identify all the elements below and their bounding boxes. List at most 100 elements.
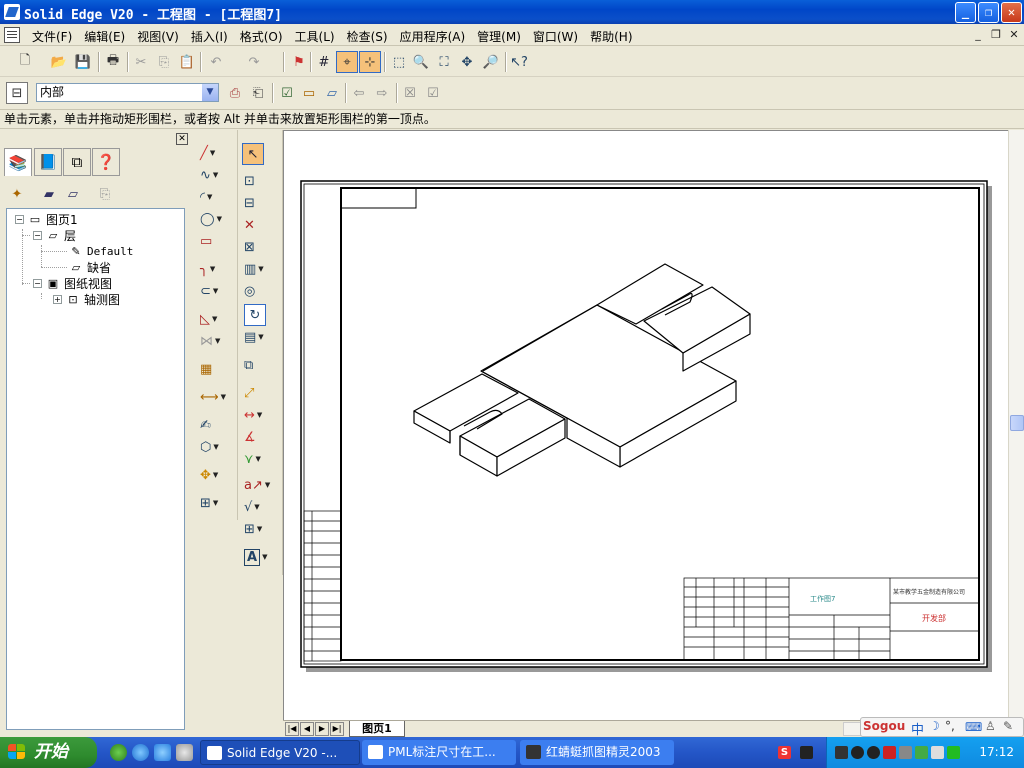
rectangle-tool-icon[interactable]: ▭ (200, 230, 232, 252)
view-wizard-icon[interactable]: ⬡ ▼ (200, 436, 232, 458)
layer-properties-icon[interactable]: ⊟ (6, 82, 28, 104)
distance-between-icon[interactable]: ↔ ▼ (244, 404, 276, 426)
sogou-s-icon[interactable]: S (778, 746, 791, 759)
last-sheet-icon[interactable]: ▶| (330, 722, 344, 736)
fit-icon[interactable]: ⛶ (433, 51, 455, 73)
menu-inspect[interactable]: 检查(S) (341, 27, 394, 46)
menu-view[interactable]: 视图(V) (131, 27, 185, 46)
offset-tool-icon[interactable]: ⊂ ▼ (200, 280, 232, 302)
snap-point-icon[interactable]: ⌖ (336, 51, 358, 73)
hide-layer-icon[interactable]: ▭ (298, 82, 320, 104)
ime-mode[interactable]: 中 (911, 719, 924, 738)
chart-icon[interactable] (800, 746, 813, 759)
select-tool-icon[interactable]: ↖ (242, 143, 264, 165)
tree-item-drawing-views[interactable]: − ▣ 图纸视图 (33, 275, 112, 291)
cut-icon[interactable]: ✂ (130, 51, 152, 73)
expand-icon[interactable]: + (53, 294, 62, 304)
drawing-view-layout-icon[interactable]: ⧉ (244, 354, 276, 376)
move-back-icon[interactable]: ⇦ (348, 82, 370, 104)
cancel-icon[interactable]: ☒ (399, 82, 421, 104)
snap-intersect-icon[interactable]: ⊹ (359, 51, 381, 73)
help-pointer-icon[interactable]: ↖? (508, 51, 530, 73)
start-button[interactable]: 开始 (0, 737, 97, 768)
menu-window[interactable]: 窗口(W) (527, 27, 584, 46)
flag-icon[interactable]: ⚑ (288, 51, 310, 73)
chevron-down-icon[interactable]: ▼ (202, 84, 218, 101)
maximize-button[interactable]: ❐ (978, 2, 999, 23)
prev-sheet-icon[interactable]: ◀ (300, 722, 314, 736)
print-icon[interactable]: 🖶 (102, 51, 124, 73)
taskbar-item-capture[interactable]: 红蜻蜓抓图精灵2003 (520, 740, 674, 765)
zoom-icon[interactable]: 🔍 (410, 51, 432, 73)
next-sheet-icon[interactable]: ▶ (315, 722, 329, 736)
camera-tray-icon[interactable] (835, 746, 848, 759)
taskbar-item-pml[interactable]: PML标注尺寸在工... (362, 740, 516, 765)
line-tool-icon[interactable]: ╱ ▼ (200, 142, 232, 164)
internet-explorer-icon[interactable] (132, 744, 149, 761)
minimize-button[interactable]: _ (955, 2, 976, 23)
menu-format[interactable]: 格式(O) (234, 27, 289, 46)
mirror-tool-icon[interactable]: ⋈ ▼ (200, 330, 232, 352)
move-forward-icon[interactable]: ⇨ (371, 82, 393, 104)
tab-views-icon[interactable]: ⧉ (63, 148, 91, 176)
text-tool-icon[interactable]: A ▼ (244, 546, 276, 568)
surface-texture-icon[interactable]: √ ▼ (244, 496, 276, 518)
menu-insert[interactable]: 插入(I) (185, 27, 234, 46)
media-player-icon[interactable] (110, 744, 127, 761)
show-desktop-icon[interactable] (154, 744, 171, 761)
drawing-canvas[interactable]: 工作图7 某市教学五金制造有限公司 开发部 (283, 130, 1008, 720)
accept-icon[interactable]: ☑ (422, 82, 444, 104)
collapse-icon[interactable]: − (15, 214, 24, 224)
show-layer-icon[interactable]: ☑ (276, 82, 298, 104)
mdi-minimize-button[interactable]: _ (970, 28, 986, 42)
mdi-close-button[interactable]: ✕ (1006, 28, 1022, 42)
fillet-tool-icon[interactable]: ╮ ▼ (200, 258, 232, 280)
collapse-icon[interactable]: − (33, 230, 42, 240)
vertical-scrollbar[interactable] (1008, 130, 1024, 720)
parts-list-icon[interactable]: ▤ ▼ (244, 326, 276, 348)
first-sheet-icon[interactable]: |◀ (285, 722, 299, 736)
network-icon[interactable] (899, 746, 912, 759)
menu-manage[interactable]: 管理(M) (471, 27, 527, 46)
layer-select[interactable]: 内部 ▼ (36, 83, 219, 102)
menu-edit[interactable]: 编辑(E) (78, 27, 131, 46)
broken-view-icon[interactable]: ▥ ▼ (244, 258, 276, 280)
update-views-icon[interactable]: ↻ (244, 304, 266, 326)
title-bar[interactable]: Solid Edge V20 - 工程图 - [工程图7] _ ❐ ✕ (0, 0, 1024, 24)
taskbar-item-solid-edge[interactable]: Solid Edge V20 -... (200, 740, 360, 765)
mdi-restore-button[interactable]: ❐ (988, 28, 1004, 42)
sheet-tab[interactable]: 图页1 (349, 721, 405, 737)
qq-icon[interactable] (851, 746, 864, 759)
detail-view-icon[interactable]: ◎ (244, 280, 276, 302)
pan-icon[interactable]: ✥ (456, 51, 478, 73)
cutting-plane-icon[interactable]: ✕ (244, 214, 276, 236)
new-file-icon[interactable]: 🗋 (14, 51, 36, 73)
section-view-icon[interactable]: ⊠ (244, 236, 276, 258)
close-button[interactable]: ✕ (1001, 2, 1022, 23)
menu-help[interactable]: 帮助(H) (584, 27, 638, 46)
collapse-icon[interactable]: − (33, 278, 42, 288)
delete-layer-icon[interactable]: ⎘ (94, 183, 116, 205)
shield-icon[interactable] (947, 746, 960, 759)
tab-library-icon[interactable]: 📚 (4, 148, 32, 176)
trim-tool-icon[interactable]: ◺ ▼ (200, 308, 232, 330)
undo-icon[interactable]: ↶ (205, 51, 227, 73)
security-icon[interactable] (915, 746, 928, 759)
hatch-tool-icon[interactable]: ▦ (200, 358, 232, 380)
hide-layers-icon[interactable]: ▱ (62, 183, 84, 205)
scroll-thumb[interactable] (1010, 415, 1024, 431)
tree-item-layer-default[interactable]: ✎ Default (69, 243, 133, 259)
save-icon[interactable]: 💾 (72, 51, 94, 73)
sound-icon[interactable] (931, 746, 944, 759)
zoom-area-icon[interactable]: ⬚ (388, 51, 410, 73)
symbol-tool-icon[interactable]: ⊞ ▼ (200, 492, 232, 514)
auxiliary-view-icon[interactable]: ⊟ (244, 192, 276, 214)
move-tool-icon[interactable]: ✥ ▼ (200, 464, 232, 486)
layer-tools-icon[interactable]: ⎗ (247, 82, 269, 104)
tree-item-layers[interactable]: − ▱ 层 (33, 227, 76, 243)
coordinate-dimension-icon[interactable]: ⋎ ▼ (244, 448, 276, 470)
document-icon[interactable] (4, 27, 20, 43)
feature-control-icon[interactable]: ⊞ ▼ (244, 518, 276, 540)
arc-tool-icon[interactable]: ◜ ▼ (200, 186, 232, 208)
open-folder-icon[interactable]: 📂 (48, 51, 70, 73)
